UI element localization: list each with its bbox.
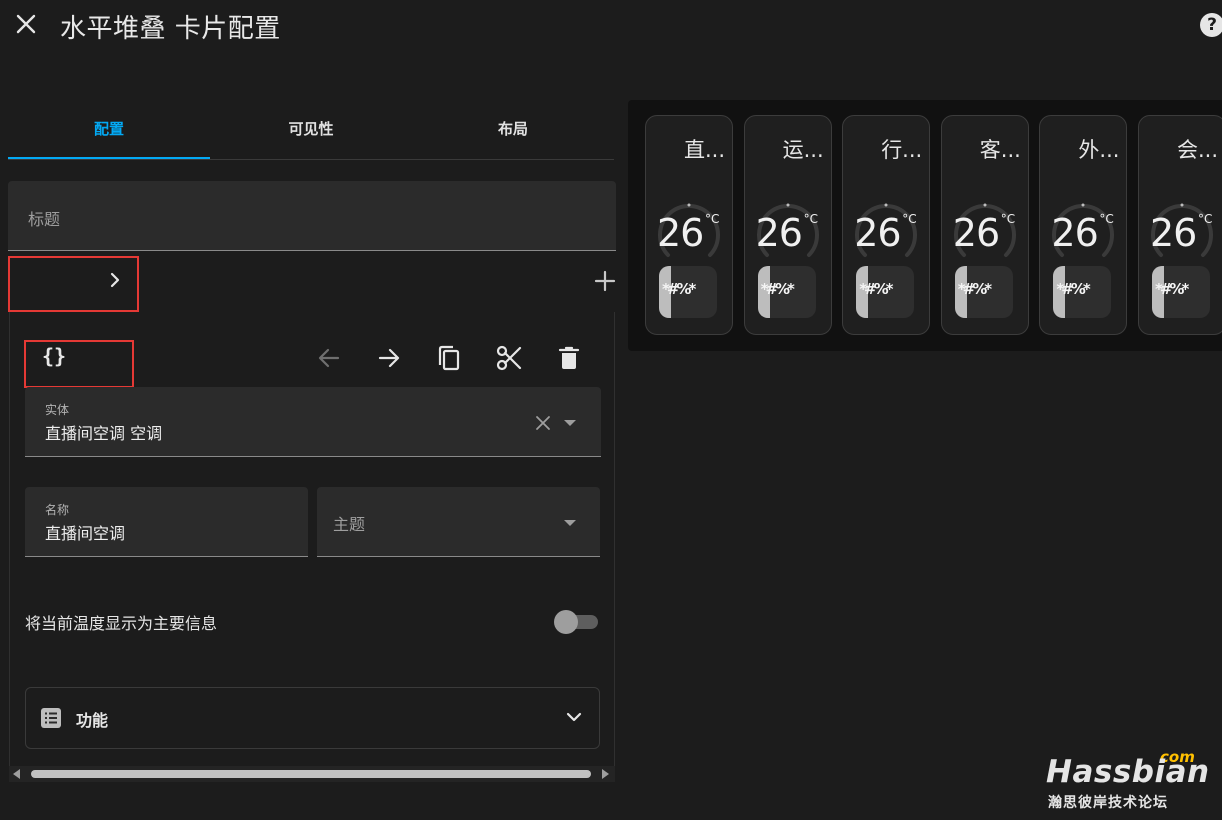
- primary-info-toggle-label: 将当前温度显示为主要信息: [25, 614, 218, 633]
- arrow-left-icon: [318, 348, 340, 368]
- card-editor: {} 实体 直播间空调 空调 名称 直播间空调 主题 将当前温度显示为主要信息 …: [9, 312, 615, 782]
- hvac-mode-control[interactable]: *#%*: [954, 266, 1013, 318]
- tile-name: 外...: [1078, 138, 1120, 162]
- tile-name: 客...: [979, 138, 1021, 162]
- highlight-box: [24, 340, 134, 388]
- move-left-button[interactable]: [315, 344, 343, 372]
- primary-info-toggle[interactable]: [554, 610, 600, 634]
- tile-unit: °C: [803, 212, 818, 226]
- watermark: com Hassbian 瀚思彼岸技术论坛: [1046, 748, 1222, 820]
- cut-icon: [496, 345, 522, 371]
- hvac-mode-icons: *#%*: [760, 280, 795, 298]
- delete-icon: [558, 346, 580, 369]
- scrollbar-thumb[interactable]: [31, 770, 591, 778]
- dialog-header: 水平堆叠 卡片配置 ?: [0, 0, 1222, 52]
- hvac-mode-control[interactable]: *#%*: [659, 266, 717, 318]
- hvac-mode-icons: *#%*: [662, 280, 696, 298]
- copy-button[interactable]: [435, 344, 463, 372]
- features-expander[interactable]: 功能: [25, 687, 600, 749]
- hvac-mode-control[interactable]: *#%*: [856, 266, 915, 318]
- thermostat-tile[interactable]: 外... 26 °C *#%*: [1039, 115, 1128, 335]
- hvac-mode-icons: *#%*: [957, 280, 992, 298]
- tile-name: 运...: [782, 138, 824, 162]
- tab-config[interactable]: 配置: [8, 100, 210, 159]
- card-tabs-row: [8, 254, 618, 312]
- card-preview: 直... 26 °C *#%* 运... 26 °C *#%* 行... 26 °C *#%* 客...…: [628, 100, 1222, 351]
- scroll-left-icon[interactable]: [13, 769, 21, 779]
- title-placeholder: 标题: [28, 210, 61, 229]
- theme-select[interactable]: 主题: [317, 487, 600, 557]
- scroll-right-icon[interactable]: [601, 769, 609, 779]
- dropdown-arrow-icon: [564, 520, 576, 526]
- chevron-down-icon: [566, 712, 582, 722]
- plus-icon: [594, 270, 616, 292]
- code-editor-toggle[interactable]: {}: [42, 344, 66, 368]
- hvac-mode-control[interactable]: *#%*: [757, 266, 816, 318]
- tile-unit: °C: [1099, 212, 1114, 226]
- thermostat-tile[interactable]: 直... 26 °C *#%*: [645, 115, 733, 335]
- hvac-mode-control[interactable]: *#%*: [1152, 266, 1210, 318]
- help-icon[interactable]: ?: [1200, 13, 1222, 37]
- next-card-button[interactable]: [103, 268, 127, 292]
- thermostat-tile[interactable]: 客... 26 °C *#%*: [940, 115, 1029, 335]
- delete-button[interactable]: [555, 344, 583, 372]
- entity-select[interactable]: 实体 直播间空调 空调: [25, 387, 601, 457]
- hvac-mode-icons: *#%*: [1155, 280, 1189, 298]
- tile-name: 行...: [881, 138, 923, 162]
- list-icon: [41, 708, 61, 728]
- dropdown-arrow-icon[interactable]: [563, 419, 577, 427]
- thermostat-tile[interactable]: 行... 26 °C *#%*: [842, 115, 931, 335]
- copy-icon: [438, 345, 460, 371]
- hvac-mode-control[interactable]: *#%*: [1053, 266, 1112, 318]
- entity-value: 直播间空调 空调: [45, 424, 163, 443]
- name-label: 名称: [45, 503, 70, 517]
- tile-temperature: 26: [755, 211, 803, 255]
- add-card-button[interactable]: [592, 268, 618, 294]
- features-label: 功能: [76, 711, 109, 730]
- arrow-right-icon: [378, 348, 400, 368]
- tile-unit: °C: [1198, 212, 1213, 226]
- config-tabs: 配置 可见性 布局: [8, 100, 614, 160]
- watermark-brand: Hassbian: [1046, 754, 1210, 790]
- hvac-mode-icons: *#%*: [1056, 280, 1090, 298]
- tile-temperature: 26: [952, 211, 1000, 255]
- tile-temperature: 26: [1051, 211, 1098, 255]
- cut-button[interactable]: [495, 344, 523, 372]
- dialog-title: 水平堆叠 卡片配置: [60, 14, 281, 44]
- tile-unit: °C: [902, 212, 917, 226]
- tile-temperature: 26: [1150, 211, 1197, 255]
- tile-temperature: 26: [854, 211, 901, 255]
- tile-temperature: 26: [657, 211, 704, 255]
- move-right-button[interactable]: [375, 344, 403, 372]
- clear-icon[interactable]: [535, 415, 551, 431]
- tile-name: 直...: [684, 138, 726, 162]
- tab-visibility[interactable]: 可见性: [210, 100, 412, 159]
- name-input[interactable]: 名称 直播间空调: [25, 487, 308, 557]
- tile-unit: °C: [1000, 212, 1016, 226]
- horizontal-scrollbar[interactable]: [9, 766, 615, 782]
- close-button[interactable]: [12, 10, 40, 38]
- hvac-mode-icons: *#%*: [859, 280, 893, 298]
- entity-label: 实体: [45, 403, 70, 417]
- close-icon: [16, 14, 36, 34]
- tile-name: 会...: [1177, 138, 1219, 162]
- toggle-thumb: [554, 610, 578, 634]
- tab-layout[interactable]: 布局: [412, 100, 614, 159]
- thermostat-tile[interactable]: 运... 26 °C *#%*: [743, 115, 832, 335]
- theme-placeholder: 主题: [333, 515, 366, 534]
- tile-unit: °C: [705, 212, 720, 226]
- title-input[interactable]: 标题: [8, 181, 616, 251]
- thermostat-tile[interactable]: 会... 26 °C *#%*: [1138, 115, 1222, 335]
- chevron-right-icon: [110, 272, 120, 288]
- name-value: 直播间空调: [45, 524, 126, 543]
- watermark-subtitle: 瀚思彼岸技术论坛: [1048, 795, 1168, 811]
